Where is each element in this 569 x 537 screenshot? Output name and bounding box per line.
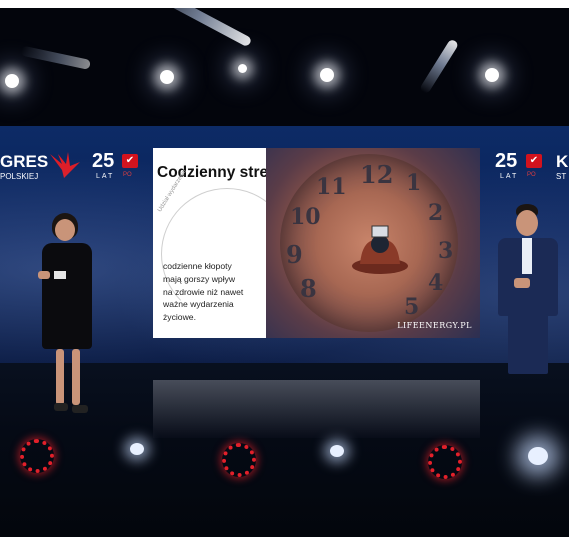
eagle-logo-icon: [48, 150, 82, 180]
presenter-left-leg: [56, 349, 64, 405]
clock-number: 8: [300, 274, 317, 303]
right-anniversary-badge: ✔: [526, 154, 542, 168]
clock-number: 5: [404, 294, 420, 320]
clock-number: 3: [438, 238, 454, 264]
slide-body-line: życiowe.: [163, 312, 196, 323]
left-anniversary-word: LAT: [96, 173, 115, 180]
floor-lamp: [330, 445, 344, 457]
red-stage-light: [428, 445, 462, 479]
presenter-left: [36, 213, 102, 423]
stage-lamp: [238, 64, 247, 73]
clock-face: 12 1 2 3 4 5 8 9 10 11: [280, 154, 458, 332]
red-stage-light: [20, 439, 54, 473]
clock-number: 1: [406, 170, 422, 196]
presentation-slide: Codzienny stres Udział wydarzeniu codzie…: [153, 148, 480, 338]
stage-lamp: [5, 74, 19, 88]
slide-body-line: ważne wydarzenia: [163, 299, 234, 310]
left-brand-subtitle: POLSKIEJ: [0, 172, 39, 181]
left-anniversary-badge: ✔: [122, 154, 138, 168]
stage-lamp: [160, 70, 174, 84]
stage-photo: GRES POLSKIEJ 25 ✔ LAT PO 25 ✔ LAT PO K …: [0, 8, 569, 537]
presenter-left-head: [55, 219, 75, 241]
slide-body-line: mają gorszy wpływ: [163, 273, 236, 284]
clock-number: 2: [428, 200, 444, 226]
clock-number: 11: [316, 174, 347, 200]
slide-body-line: codzienne kłopoty: [163, 261, 232, 271]
clock-number: 4: [428, 270, 444, 296]
chair-figure-icon: [350, 224, 410, 276]
left-anniversary-number: 25: [92, 150, 115, 172]
presenter-left-arm: [38, 271, 50, 279]
slide-body-line: na zdrowie niż nawet: [163, 286, 244, 297]
right-anniversary-word: LAT: [500, 173, 519, 180]
presenter-left-dress: [42, 243, 92, 349]
clock-number: 12: [360, 160, 394, 189]
clock-photo: 12 1 2 3 4 5 8 9 10 11 LIFEENERGY.PL: [266, 148, 480, 338]
presenter-right-trousers: [508, 314, 548, 374]
floor-lamp: [528, 447, 548, 465]
presenter-right-head: [516, 210, 538, 236]
right-badge-text: PO: [527, 172, 536, 178]
clock-number: 10: [290, 204, 321, 230]
slide-watermark: LIFEENERGY.PL: [397, 321, 472, 330]
right-brand-subtitle: ST: [556, 172, 567, 181]
red-stage-light: [222, 443, 256, 477]
slide-body: codzienne kłopoty mają gorszy wpływ na z…: [163, 260, 263, 324]
presenter-right-shirt: [522, 238, 532, 274]
presenter-left-shoe: [72, 405, 88, 413]
slide-reflection: [153, 380, 480, 438]
clock-number: 9: [286, 240, 303, 269]
stage-lamp: [320, 68, 334, 82]
right-anniversary-number: 25: [495, 150, 518, 172]
light-beam-left-far: [20, 45, 92, 70]
presenter-right-hands: [514, 278, 530, 288]
left-brand-title: GRES: [0, 152, 49, 171]
presenter-left-shoe: [54, 403, 68, 411]
cue-card-icon: [54, 271, 66, 279]
light-beam-left: [132, 8, 253, 48]
slide-text-panel: Codzienny stres Udział wydarzeniu codzie…: [153, 148, 293, 338]
presenter-left-leg: [72, 349, 80, 405]
light-beam-right: [418, 38, 460, 95]
right-brand-title: K: [556, 152, 569, 171]
presenter-right: [494, 204, 564, 414]
floor-lamp: [130, 443, 144, 455]
stage-lamp: [485, 68, 499, 82]
left-badge-text: PO: [123, 172, 132, 178]
